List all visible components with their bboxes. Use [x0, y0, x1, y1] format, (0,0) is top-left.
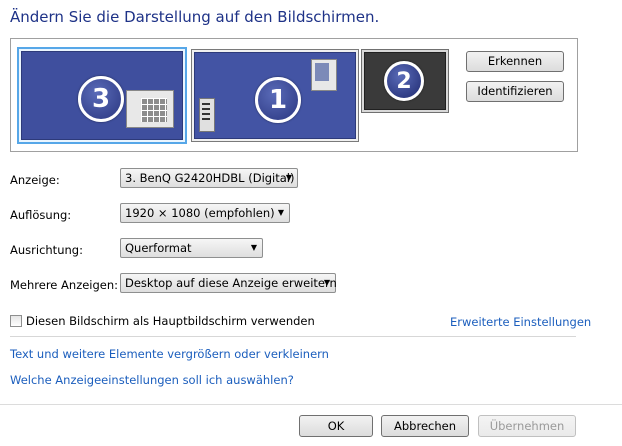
- monitor-number-badge: 3: [78, 76, 124, 122]
- display-select-value: 3. BenQ G2420HDBL (Digital): [125, 171, 295, 185]
- start-menu-icon: [199, 98, 215, 132]
- display-label: Anzeige:: [10, 173, 60, 187]
- resolution-select-value: 1920 × 1080 (empfohlen): [125, 206, 275, 220]
- ok-button[interactable]: OK: [299, 415, 373, 437]
- primary-display-option[interactable]: Diesen Bildschirm als Hauptbildschirm ve…: [10, 314, 315, 328]
- grid-icon: [141, 98, 167, 122]
- chevron-down-icon: ▼: [323, 278, 330, 287]
- monitor-2-screen: 2: [364, 52, 446, 110]
- advanced-settings-link[interactable]: Erweiterte Einstellungen: [450, 315, 591, 329]
- primary-display-label: Diesen Bildschirm als Hauptbildschirm ve…: [26, 314, 315, 328]
- multiple-displays-select[interactable]: Desktop auf diese Anzeige erweitern ▼: [120, 273, 337, 293]
- resolution-label: Auflösung:: [10, 208, 72, 222]
- detect-button[interactable]: Erkennen: [466, 51, 564, 72]
- identify-button[interactable]: Identifizieren: [466, 81, 564, 102]
- divider: [10, 336, 576, 337]
- monitor-3-screen: 3: [21, 51, 183, 140]
- chevron-down-icon: ▼: [277, 208, 284, 217]
- text-size-link[interactable]: Text und weitere Elemente vergrößern ode…: [10, 347, 329, 361]
- monitor-number-badge: 1: [255, 77, 301, 123]
- apply-button[interactable]: Übernehmen: [478, 415, 576, 437]
- window-thumbnail-icon: [126, 90, 174, 128]
- monitor-number-badge: 2: [384, 61, 424, 101]
- primary-display-checkbox[interactable]: [10, 315, 22, 327]
- multiple-displays-select-value: Desktop auf diese Anzeige erweitern: [125, 276, 337, 290]
- window-content-icon: [315, 63, 329, 81]
- monitor-1-screen: 1: [194, 52, 356, 139]
- display-select[interactable]: 3. BenQ G2420HDBL (Digital) ▼: [120, 168, 298, 188]
- display-settings-help-link[interactable]: Welche Anzeigeeinstellungen soll ich aus…: [10, 373, 294, 387]
- chevron-down-icon: ▼: [285, 173, 292, 182]
- resolution-select[interactable]: 1920 × 1080 (empfohlen) ▼: [120, 203, 290, 223]
- monitor-arrangement-panel[interactable]: 3 1 2 Erkennen Identifizieren: [10, 38, 578, 152]
- monitor-3[interactable]: 3: [17, 47, 187, 144]
- monitor-2[interactable]: 2: [361, 49, 449, 113]
- window-thumbnail-icon: [311, 59, 337, 91]
- orientation-select[interactable]: Querformat ▼: [120, 238, 263, 258]
- cancel-button[interactable]: Abbrechen: [381, 415, 469, 437]
- footer-divider: [0, 404, 622, 405]
- page-title: Ändern Sie die Darstellung auf den Bilds…: [10, 8, 380, 26]
- monitor-1[interactable]: 1: [191, 49, 359, 142]
- orientation-label: Ausrichtung:: [10, 243, 83, 257]
- chevron-down-icon: ▼: [250, 243, 257, 252]
- orientation-select-value: Querformat: [125, 241, 192, 255]
- multiple-displays-label: Mehrere Anzeigen:: [10, 278, 119, 292]
